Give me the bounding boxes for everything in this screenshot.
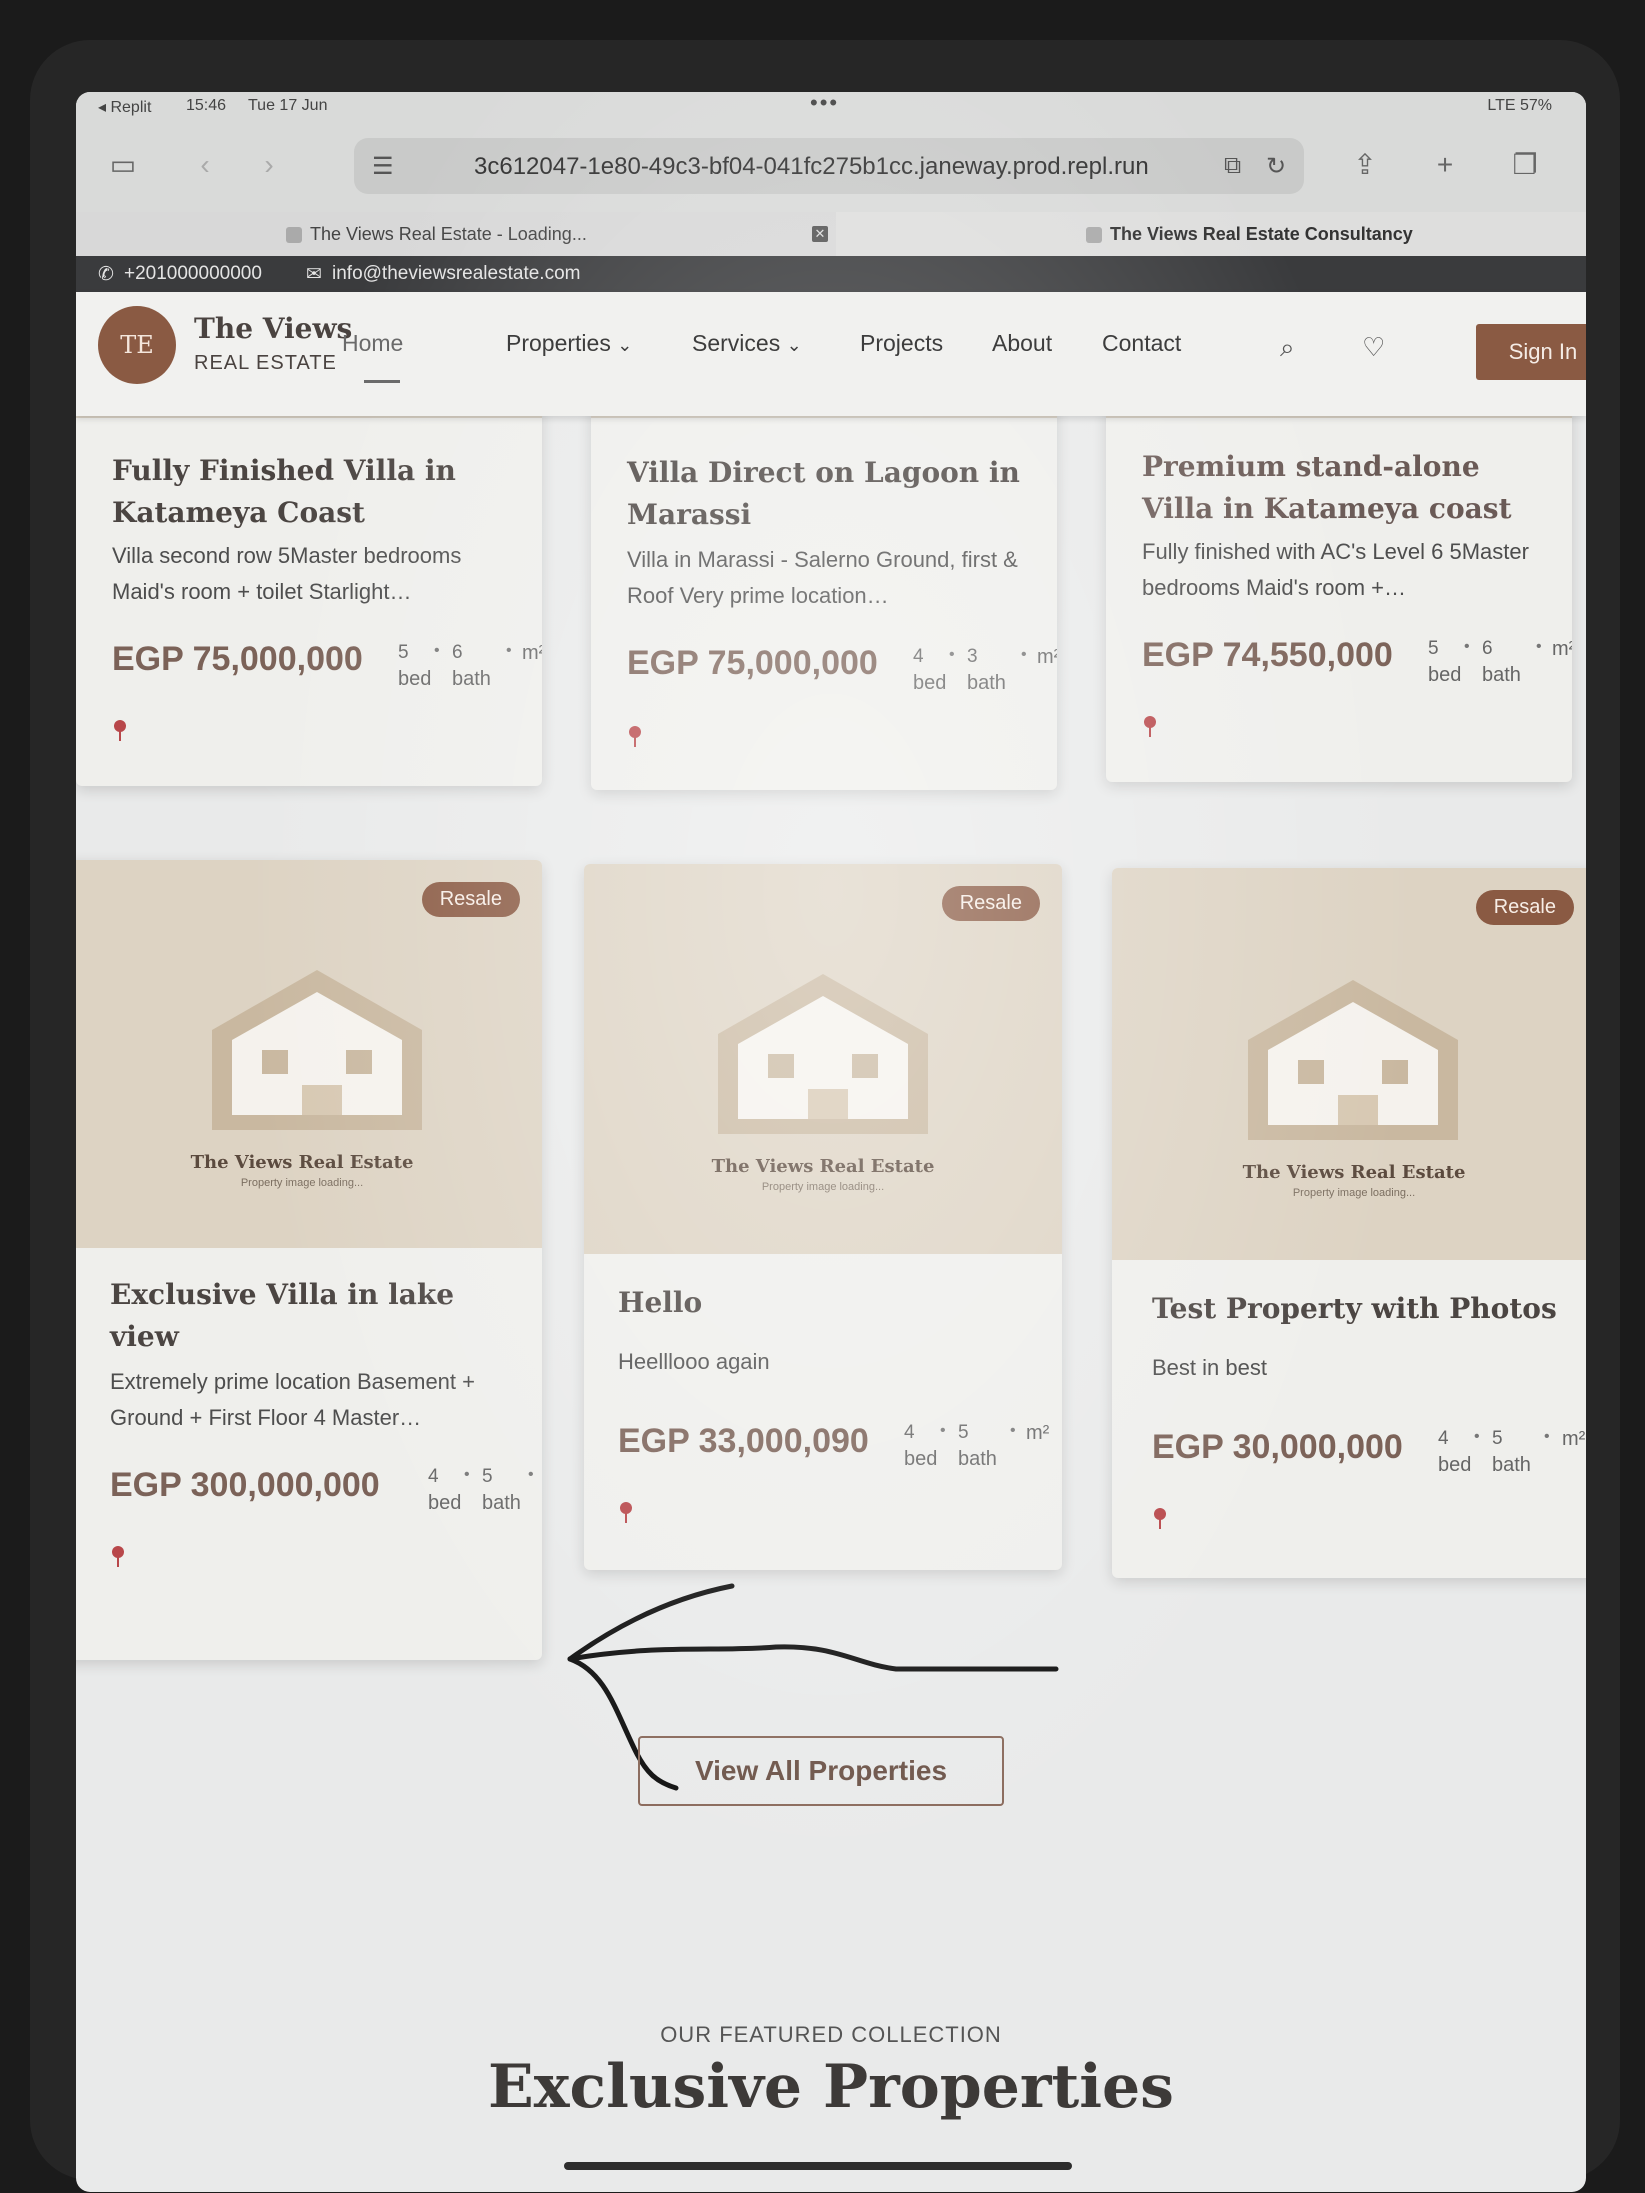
ipad-frame: ◂ Replit 15:46 Tue 17 Jun ••• LTE 57% ▭ … (30, 40, 1620, 2192)
nav-properties[interactable]: Properties ⌄ (506, 330, 632, 357)
nav-contact[interactable]: Contact (1102, 330, 1181, 357)
logo[interactable]: TE (98, 306, 176, 384)
nav-services[interactable]: Services ⌄ (692, 330, 802, 357)
nav-about[interactable]: About (992, 330, 1052, 357)
nav-projects[interactable]: Projects (860, 330, 943, 357)
screen: ◂ Replit 15:46 Tue 17 Jun ••• LTE 57% ▭ … (76, 92, 1586, 2192)
chevron-down-icon: ⌄ (617, 335, 633, 355)
heart-icon[interactable]: ♡ (1362, 332, 1385, 363)
home-indicator[interactable] (564, 2162, 1072, 2170)
sign-in-button[interactable]: Sign In (1476, 324, 1586, 380)
chevron-down-icon: ⌄ (786, 335, 802, 355)
brand-name[interactable]: The Views (194, 312, 352, 345)
nav-properties-label: Properties (506, 330, 611, 356)
view-all-properties-button[interactable]: View All Properties (638, 1736, 1004, 1806)
search-icon[interactable]: ⌕ (1280, 332, 1295, 364)
nav-services-label: Services (692, 330, 781, 356)
featured-subtitle: OUR FEATURED COLLECTION (660, 2022, 1002, 2047)
nav-home[interactable]: Home (342, 330, 403, 357)
featured-title: Exclusive Properties (488, 2052, 1174, 2122)
site-header: TE The Views REAL ESTATE Home Properties… (76, 292, 1586, 416)
active-indicator (364, 380, 400, 383)
brand-subtitle: REAL ESTATE (194, 352, 337, 374)
